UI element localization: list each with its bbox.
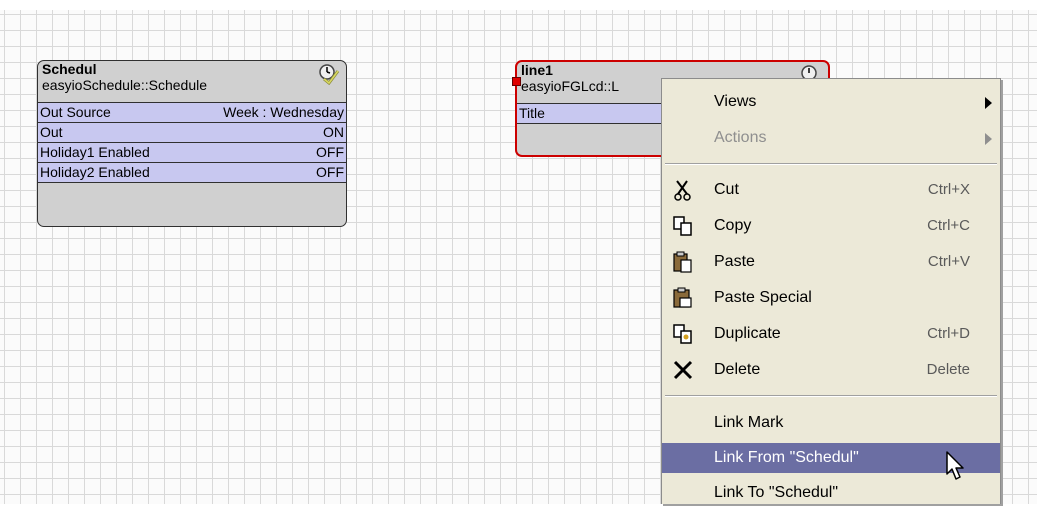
shortcut-text: Ctrl+D <box>927 325 970 342</box>
menu-item-label: Views <box>714 93 757 110</box>
mouse-pointer-icon <box>946 451 964 480</box>
menu-separator <box>665 395 997 397</box>
slot-value: Week : Wednesday <box>223 104 344 120</box>
menu-item-views[interactable]: Views <box>662 87 1000 117</box>
menu-item-link-mark[interactable]: Link Mark <box>662 408 1000 438</box>
slot-value: OFF <box>316 164 344 180</box>
menu-item-duplicate[interactable]: Duplicate Ctrl+D <box>662 319 1000 349</box>
submenu-arrow-icon <box>985 133 992 145</box>
menu-item-label: Link From "Schedul" <box>714 449 859 466</box>
menu-item-paste-special[interactable]: Paste Special <box>662 283 1000 313</box>
schedule-block[interactable]: Schedul easyioSchedule::Schedule Out Sou… <box>37 60 347 227</box>
slot-holiday1-enabled[interactable]: Holiday1 Enabled OFF <box>38 142 346 162</box>
slot-label: Out <box>40 124 63 140</box>
duplicate-icon <box>673 324 692 344</box>
menu-separator <box>665 163 997 165</box>
paste-special-icon <box>673 287 692 308</box>
menu-item-label: Cut <box>714 181 739 198</box>
scissors-icon <box>674 180 691 201</box>
delete-x-icon <box>673 360 693 380</box>
menu-item-paste[interactable]: Paste Ctrl+V <box>662 247 1000 277</box>
slot-out-source[interactable]: Out Source Week : Wednesday <box>38 102 346 122</box>
context-menu: Views Actions Cut Ctrl+X Copy Ctrl+C Pas… <box>661 78 1001 504</box>
menu-item-cut[interactable]: Cut Ctrl+X <box>662 175 1000 205</box>
paste-icon <box>673 251 692 273</box>
shortcut-text: Ctrl+V <box>927 253 970 270</box>
menu-item-copy[interactable]: Copy Ctrl+C <box>662 211 1000 241</box>
menu-item-label: Copy <box>714 217 752 234</box>
shortcut-text: Ctrl+X <box>927 181 970 198</box>
slot-label: Title <box>519 105 545 121</box>
menu-item-actions[interactable]: Actions <box>662 123 1000 153</box>
menu-item-label: Delete <box>714 361 761 378</box>
slot-label: Holiday2 Enabled <box>40 164 150 180</box>
block-type: easyioSchedule::Schedule <box>42 77 208 93</box>
block-footer <box>38 182 346 198</box>
menu-item-label: Actions <box>714 129 767 146</box>
menu-item-label: Link Mark <box>714 414 784 431</box>
block-name: line1 <box>521 62 553 78</box>
block-header[interactable]: Schedul easyioSchedule::Schedule <box>38 61 346 102</box>
menu-item-label: Paste Special <box>714 289 812 306</box>
slot-holiday2-enabled[interactable]: Holiday2 Enabled OFF <box>38 162 346 182</box>
slot-label: Holiday1 Enabled <box>40 144 150 160</box>
copy-icon <box>673 216 692 236</box>
menu-item-delete[interactable]: Delete Delete <box>662 355 1000 385</box>
slot-label: Out Source <box>40 104 111 120</box>
shortcut-text: Delete <box>926 361 970 378</box>
block-name: Schedul <box>42 61 97 77</box>
shortcut-text: Ctrl+C <box>927 217 970 234</box>
slot-value: OFF <box>316 144 344 160</box>
slot-out[interactable]: Out ON <box>38 122 346 142</box>
menu-item-label: Paste <box>714 253 755 270</box>
slot-value: ON <box>323 124 344 140</box>
schedule-clock-icon <box>319 64 340 85</box>
submenu-arrow-icon <box>985 97 992 109</box>
menu-item-label: Duplicate <box>714 325 781 342</box>
